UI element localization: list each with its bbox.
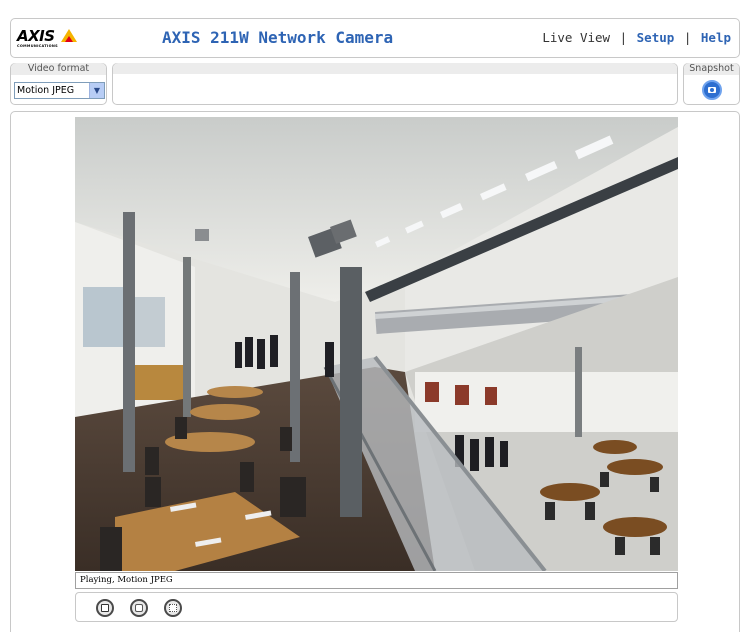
- axis-logo: AXIS COMMUNICATIONS: [17, 26, 79, 52]
- logo-subtext: COMMUNICATIONS: [17, 44, 58, 48]
- video-format-value: Motion JPEG: [17, 85, 75, 96]
- page-title: AXIS 211W Network Camera: [162, 28, 394, 47]
- player-controls: [75, 592, 678, 622]
- snapshot-small-button[interactable]: [130, 599, 148, 617]
- video-stream[interactable]: [75, 117, 678, 571]
- video-format-select[interactable]: Motion JPEG ▼: [14, 82, 105, 99]
- camera-icon: [135, 604, 143, 612]
- controls-panel: [112, 63, 678, 105]
- top-nav: Live View | Setup | Help: [542, 30, 731, 45]
- video-frame-image: [75, 117, 678, 571]
- header-panel: AXIS COMMUNICATIONS AXIS 211W Network Ca…: [10, 18, 740, 58]
- stop-button[interactable]: [96, 599, 114, 617]
- nav-setup-link[interactable]: Setup: [637, 30, 675, 45]
- fullscreen-button[interactable]: [164, 599, 182, 617]
- camera-lens-icon: [710, 88, 714, 92]
- stop-icon: [101, 604, 109, 612]
- controls-panel-legend: [113, 63, 677, 74]
- snapshot-button[interactable]: [702, 80, 722, 100]
- nav-separator: |: [683, 30, 692, 45]
- video-format-panel: Video format Motion JPEG ▼: [10, 63, 107, 105]
- snapshot-legend: Snapshot: [684, 63, 739, 75]
- live-view-panel: Playing, Motion JPEG: [10, 111, 740, 632]
- logo-triangle-accent-icon: [65, 36, 73, 42]
- fullscreen-icon: [169, 604, 177, 612]
- snapshot-panel: Snapshot: [683, 63, 740, 105]
- nav-help-link[interactable]: Help: [701, 30, 731, 45]
- player-status-bar: Playing, Motion JPEG: [75, 572, 678, 589]
- logo-wordmark: AXIS: [17, 27, 55, 45]
- video-format-legend: Video format: [11, 63, 106, 75]
- nav-separator: |: [619, 30, 628, 45]
- nav-live-view[interactable]: Live View: [542, 30, 610, 45]
- chevron-down-icon[interactable]: ▼: [89, 83, 104, 98]
- player-status-text: Playing, Motion JPEG: [80, 575, 173, 585]
